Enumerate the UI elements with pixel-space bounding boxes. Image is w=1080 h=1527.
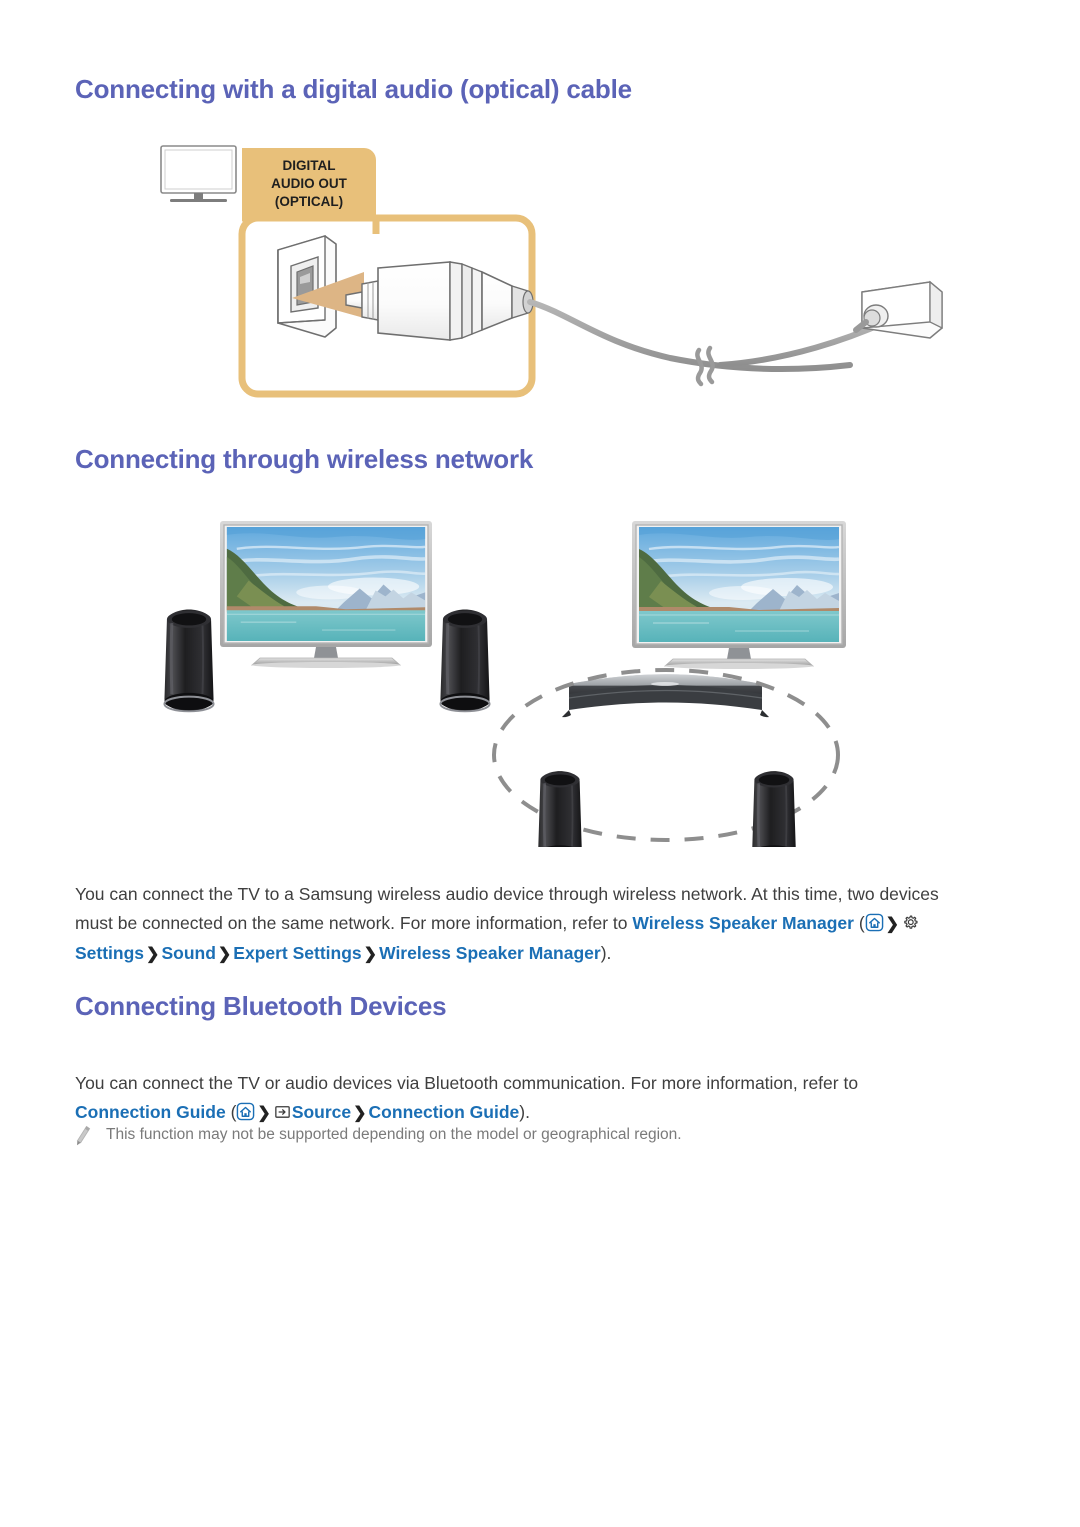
home-icon[interactable]	[236, 1102, 255, 1121]
breadcrumb-chevron-2: ❯	[146, 945, 160, 963]
close-paren: ).	[600, 942, 612, 963]
open-paren: (	[853, 912, 865, 933]
home-icon[interactable]	[865, 913, 884, 932]
wireless-network-diagram	[150, 512, 960, 847]
breadcrumb-chevron-2: ❯	[353, 1104, 367, 1122]
breadcrumb-settings[interactable]: Settings	[75, 943, 144, 963]
breadcrumb-chevron-4: ❯	[363, 945, 378, 963]
wireless-paragraph: You can connect the TV to a Samsung wire…	[75, 880, 975, 969]
note-row: This function may not be supported depen…	[75, 1123, 975, 1147]
flat-tv-with-two-speakers	[162, 521, 492, 713]
bluetooth-paragraph: You can connect the TV or audio devices …	[75, 1069, 975, 1128]
document-page: Connecting with a digital audio (optical…	[0, 0, 1080, 1527]
breadcrumb-wireless-speaker-manager[interactable]: Wireless Speaker Manager	[379, 943, 601, 963]
breadcrumb-expert-settings[interactable]: Expert Settings	[233, 943, 361, 963]
optical-cable-left-run	[527, 299, 853, 373]
breadcrumb-connection-guide[interactable]: Connection Guide	[369, 1102, 520, 1122]
bluetooth-text-intro: You can connect the TV or audio devices …	[75, 1072, 859, 1093]
optical-cable-diagram: DIGITAL AUDIO OUT (OPTICAL)	[150, 132, 950, 417]
page-title-wireless: Connecting through wireless network	[75, 444, 534, 474]
breadcrumb-sound[interactable]: Sound	[161, 943, 215, 963]
pencil-note-icon	[75, 1125, 92, 1147]
open-paren: (	[225, 1101, 237, 1122]
breadcrumb-chevron-3: ❯	[217, 945, 232, 963]
breadcrumb-chevron-1: ❯	[885, 915, 900, 933]
label-line-3: (OPTICAL)	[275, 194, 343, 209]
curved-tv-with-soundbar-and-surround-speakers	[492, 521, 846, 847]
note-text: This function may not be supported depen…	[106, 1126, 682, 1143]
digital-audio-out-label-tab: DIGITAL AUDIO OUT (OPTICAL)	[242, 148, 376, 218]
page-title-optical: Connecting with a digital audio (optical…	[75, 74, 632, 104]
breadcrumb-chevron-1: ❯	[257, 1104, 271, 1122]
page-title-bluetooth: Connecting Bluetooth Devices	[75, 991, 447, 1021]
link-wireless-speaker-manager[interactable]: Wireless Speaker Manager	[632, 913, 854, 933]
source-icon[interactable]	[273, 1102, 292, 1121]
wall-plate-jack-icon	[853, 280, 943, 339]
label-line-2: AUDIO OUT	[271, 176, 348, 191]
gear-icon[interactable]	[901, 913, 920, 932]
curved-soundbar	[562, 674, 769, 718]
tv-icon	[160, 145, 237, 202]
link-connection-guide[interactable]: Connection Guide	[75, 1102, 226, 1122]
flat-tv	[220, 521, 432, 668]
curved-tv	[632, 521, 846, 669]
close-paren: ).	[519, 1101, 530, 1122]
breadcrumb-source[interactable]: Source	[292, 1102, 351, 1122]
label-line-1: DIGITAL	[283, 158, 336, 173]
